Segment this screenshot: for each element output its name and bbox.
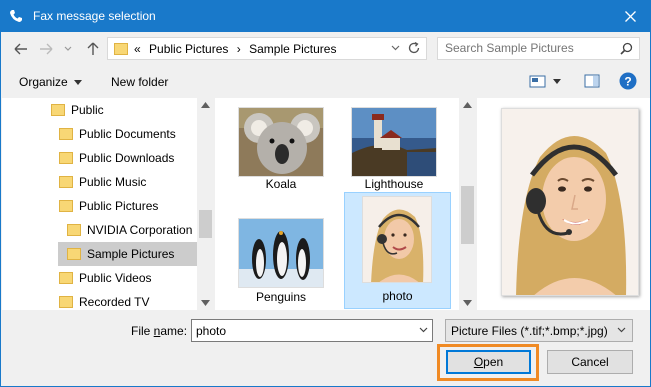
scroll-thumb[interactable] <box>461 186 474 244</box>
file-name: Lighthouse <box>364 177 424 191</box>
view-options-icon <box>529 75 561 88</box>
file-name-label: File name: <box>131 324 188 338</box>
folder-icon <box>67 248 81 260</box>
folder-icon <box>59 272 73 284</box>
folder-icon <box>59 200 73 212</box>
preview-pane-icon <box>584 74 600 88</box>
chevron-down-icon[interactable] <box>419 327 428 333</box>
file-item-penguins[interactable]: Penguins <box>228 216 334 311</box>
help-icon: ? <box>619 72 637 90</box>
arrow-left-icon <box>14 43 27 55</box>
close-icon <box>624 11 636 22</box>
organize-label: Organize <box>19 75 68 89</box>
breadcrumb-overflow[interactable]: « <box>134 42 141 56</box>
file-type-value: Picture Files (*.tif;*.bmp;*.jpg) <box>451 324 608 338</box>
search-icon[interactable] <box>620 42 633 55</box>
file-item-koala[interactable]: Koala <box>228 98 334 213</box>
refresh-icon[interactable] <box>407 41 421 55</box>
breadcrumb-separator-icon: › <box>236 42 241 56</box>
file-item-photo[interactable]: photo <box>344 192 451 309</box>
address-dropdown-icon[interactable] <box>391 43 400 52</box>
close-button[interactable] <box>610 1 650 32</box>
photo-thumbnail <box>362 196 432 283</box>
tree-item-nvidia-corporation[interactable]: NVIDIA Corporation <box>67 218 197 242</box>
folder-icon <box>67 224 81 236</box>
address-bar[interactable]: « Public Pictures › Sample Pictures <box>107 37 427 60</box>
folder-icon <box>59 296 73 308</box>
navigation-pane[interactable]: Public Public Documents Public Downloads… <box>2 98 214 310</box>
scroll-down-icon[interactable] <box>201 300 210 306</box>
tree-item-label: Public Videos <box>79 271 152 285</box>
tree-item-label: Public Downloads <box>79 151 175 165</box>
phone-icon <box>10 10 22 22</box>
search-input[interactable] <box>445 41 615 55</box>
preview-pane <box>477 98 650 310</box>
svg-text:?: ? <box>624 75 631 89</box>
title-bar: Fax message selection <box>1 1 650 32</box>
scroll-up-icon[interactable] <box>201 102 210 108</box>
fax-selection-dialog: Fax message selection « Public Pictures … <box>0 0 651 387</box>
change-view-button[interactable] <box>529 73 563 92</box>
folder-icon <box>114 43 128 55</box>
recent-locations-button[interactable] <box>62 41 74 57</box>
photo-preview <box>501 108 639 296</box>
window-title: Fax message selection <box>33 9 156 23</box>
breadcrumb: « Public Pictures › Sample Pictures <box>134 42 341 56</box>
organize-button[interactable]: Organize <box>19 75 83 89</box>
folder-icon <box>59 176 73 188</box>
chevron-down-icon <box>64 46 72 51</box>
file-type-filter[interactable]: Picture Files (*.tif;*.bmp;*.jpg) <box>445 319 633 342</box>
tree-item-label: Public Pictures <box>79 199 159 213</box>
preview-pane-button[interactable] <box>584 73 600 92</box>
toolbar: Organize New folder ? <box>1 67 650 97</box>
file-list-scrollbar[interactable] <box>459 98 476 310</box>
file-name: Koala <box>265 177 297 191</box>
tree-item-label: Public Music <box>79 175 147 189</box>
tree-item-label: Public <box>71 103 104 117</box>
scroll-thumb[interactable] <box>199 210 212 238</box>
forward-button[interactable] <box>38 41 54 57</box>
scroll-down-icon[interactable] <box>463 300 472 306</box>
tree-item-label: Sample Pictures <box>87 247 175 261</box>
folder-icon <box>51 104 65 116</box>
lighthouse-thumbnail <box>351 107 437 177</box>
tree-item-label: Recorded TV <box>79 295 150 309</box>
file-list[interactable]: Koala Lighthouse Penguins photo <box>215 98 476 310</box>
tree-item-label: NVIDIA Corporation <box>87 223 193 237</box>
folder-icon <box>59 152 73 164</box>
back-button[interactable] <box>13 41 29 57</box>
cancel-button[interactable]: Cancel <box>547 350 633 374</box>
breadcrumb-sample-pictures[interactable]: Sample Pictures <box>249 42 336 56</box>
tree-item-label: Public Documents <box>79 127 176 141</box>
penguins-thumbnail <box>238 218 324 288</box>
file-name: photo <box>382 289 413 303</box>
arrow-right-icon <box>40 43 53 55</box>
navigation-scrollbar[interactable] <box>197 98 214 310</box>
koala-thumbnail <box>238 107 324 177</box>
file-name-value[interactable]: photo <box>196 324 226 338</box>
file-name-field[interactable]: photo <box>191 319 433 342</box>
tree-item-sample-pictures[interactable]: Sample Pictures <box>58 242 197 266</box>
folder-icon <box>59 128 73 140</box>
chevron-down-icon <box>617 327 626 333</box>
search-box[interactable] <box>437 37 640 60</box>
help-button[interactable]: ? <box>619 72 637 93</box>
open-button[interactable]: Open <box>446 350 531 374</box>
scroll-up-icon[interactable] <box>463 102 472 108</box>
arrow-up-icon <box>87 42 99 55</box>
breadcrumb-public-pictures[interactable]: Public Pictures <box>149 42 228 56</box>
new-folder-button[interactable]: New folder <box>111 75 168 89</box>
caret-down-icon <box>74 80 83 85</box>
file-name: Penguins <box>255 290 307 304</box>
up-button[interactable] <box>85 41 101 57</box>
